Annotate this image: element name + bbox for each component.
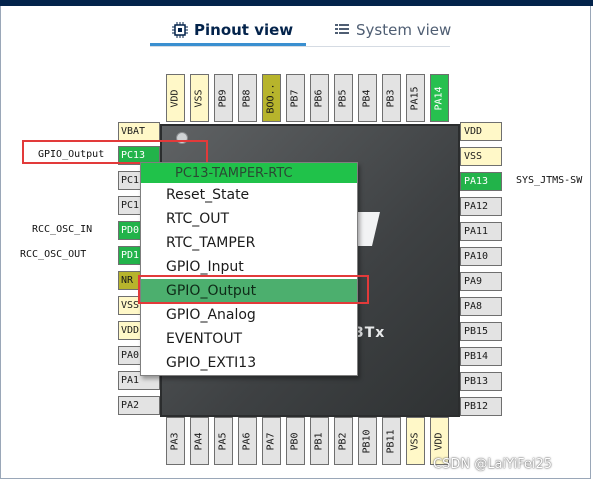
- watermark: CSDN @LaiYiFei25: [433, 457, 553, 472]
- pin-bottom-pa5[interactable]: PA5: [214, 417, 233, 465]
- pin-top-pb9[interactable]: PB9: [214, 74, 233, 122]
- tab-system-view[interactable]: System view: [334, 16, 451, 44]
- chip-part-text: 3Tx: [354, 325, 386, 341]
- pin-top-boot0[interactable]: BOO..: [262, 74, 281, 122]
- menu-item-eventout[interactable]: EVENTOUT: [141, 327, 357, 351]
- pin-left-pa2[interactable]: PA2: [118, 396, 160, 415]
- pin-top-pb6[interactable]: PB6: [310, 74, 329, 122]
- tab-divider: [150, 46, 450, 47]
- pin-bottom-pb0[interactable]: PB0: [286, 417, 305, 465]
- pin-bottom-pb1[interactable]: PB1: [310, 417, 329, 465]
- pin-bottom-vss[interactable]: VSS: [406, 417, 425, 465]
- menu-item-gpio-exti13[interactable]: GPIO_EXTI13: [141, 351, 357, 375]
- pin-bottom-pa7[interactable]: PA7: [262, 417, 281, 465]
- pin-top-pa15[interactable]: PA15: [406, 74, 425, 122]
- pin-right-pb13[interactable]: PB13: [460, 372, 502, 391]
- tab-system-label: System view: [356, 21, 452, 39]
- pin-bottom-pa6[interactable]: PA6: [238, 417, 257, 465]
- pin-right-pa12[interactable]: PA12: [460, 197, 502, 216]
- pin-top-pb8[interactable]: PB8: [238, 74, 257, 122]
- pin-right-pa9[interactable]: PA9: [460, 272, 502, 291]
- pin-right-pa13[interactable]: PA13: [460, 172, 502, 191]
- pin-top-pb7[interactable]: PB7: [286, 74, 305, 122]
- menu-item-rtc-out[interactable]: RTC_OUT: [141, 207, 357, 231]
- pin-left-vbat[interactable]: VBAT: [118, 122, 160, 141]
- pin-bottom-pb2[interactable]: PB2: [334, 417, 353, 465]
- label-rcc-osc-in: RCC_OSC_IN: [32, 224, 93, 235]
- pin-top-pb3[interactable]: PB3: [382, 74, 401, 122]
- menu-header: PC13-TAMPER-RTC: [141, 163, 357, 183]
- pin-top-pa14[interactable]: PA14: [430, 74, 449, 122]
- pin-right-pa10[interactable]: PA10: [460, 247, 502, 266]
- pin-right-pb12[interactable]: PB12: [460, 397, 502, 416]
- pin-bottom-pa4[interactable]: PA4: [190, 417, 209, 465]
- pin-right-pa11[interactable]: PA11: [460, 222, 502, 241]
- label-sys-jtms: SYS_JTMS-SW: [516, 175, 583, 186]
- pin-bottom-pb11[interactable]: PB11: [382, 417, 401, 465]
- pin-top-pb4[interactable]: PB4: [358, 74, 377, 122]
- tab-pinout-label: Pinout view: [194, 21, 294, 39]
- menu-item-reset-state[interactable]: Reset_State: [141, 183, 357, 207]
- pin-bottom-pb10[interactable]: PB10: [358, 417, 377, 465]
- grid-list-icon: [335, 24, 349, 34]
- menu-item-gpio-analog[interactable]: GPIO_Analog: [141, 303, 357, 327]
- pin-right-pa8[interactable]: PA8: [460, 297, 502, 316]
- annotation-gpio-output-highlight: [138, 275, 369, 304]
- pin-right-pb14[interactable]: PB14: [460, 347, 502, 366]
- pin-top-pb5[interactable]: PB5: [334, 74, 353, 122]
- pin-right-vss[interactable]: VSS: [460, 147, 502, 166]
- pin-bottom-pa3[interactable]: PA3: [166, 417, 185, 465]
- menu-item-rtc-tamper[interactable]: RTC_TAMPER: [141, 231, 357, 255]
- pin-top-vdd[interactable]: VDD: [166, 74, 185, 122]
- label-rcc-osc-out: RCC_OSC_OUT: [20, 249, 87, 260]
- tab-pinout-view[interactable]: Pinout view: [172, 16, 293, 44]
- pin-right-pb15[interactable]: PB15: [460, 322, 502, 341]
- pin-function-menu: PC13-TAMPER-RTC Reset_State RTC_OUT RTC_…: [140, 162, 358, 376]
- pin-top-vss[interactable]: VSS: [190, 74, 209, 122]
- chip-icon: [172, 22, 188, 38]
- pin-right-vdd[interactable]: VDD: [460, 122, 502, 141]
- annotation-pc13-highlight: [22, 140, 208, 164]
